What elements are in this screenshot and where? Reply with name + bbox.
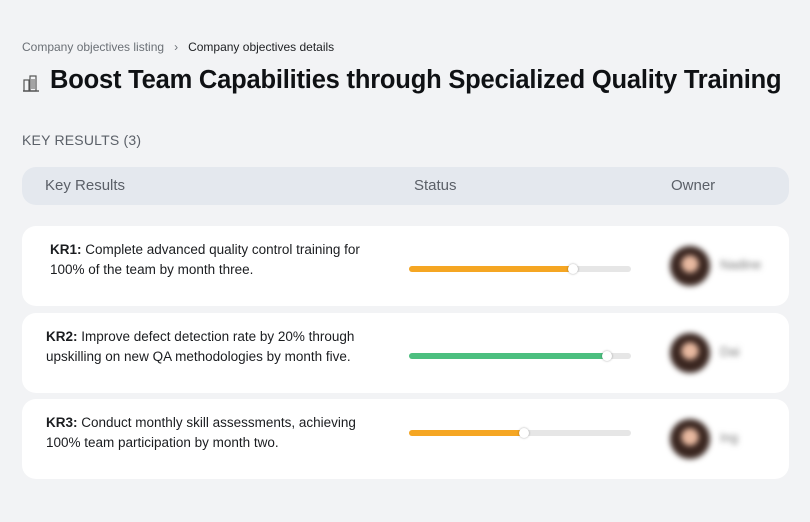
progress-knob: [568, 264, 579, 274]
key-results-table-header: Key Results Status Owner: [22, 167, 789, 205]
breadcrumb: Company objectives listing › Company obj…: [22, 40, 334, 54]
progress-bar: [409, 264, 631, 274]
objective-header: Boost Team Capabilities through Speciali…: [22, 66, 782, 95]
building-icon: [22, 74, 40, 92]
column-header-owner: Owner: [671, 177, 716, 194]
progress-bar: [409, 428, 631, 438]
column-header-key-results: Key Results: [45, 177, 126, 194]
breadcrumb-current: Company objectives details: [188, 40, 335, 54]
owner-name: Ing: [720, 430, 739, 445]
progress-bar: [409, 351, 631, 361]
key-results-count-label: KEY RESULTS (3): [22, 132, 142, 148]
key-result-description: KR1: Complete advanced quality control t…: [50, 240, 390, 280]
page-title: Boost Team Capabilities through Speciali…: [50, 66, 782, 94]
chevron-right-icon: ›: [174, 40, 179, 54]
key-result-text: Complete advanced quality control traini…: [50, 242, 360, 277]
progress-fill: [409, 353, 607, 359]
progress-fill: [409, 430, 525, 436]
progress-knob: [519, 428, 530, 438]
avatar[interactable]: [670, 246, 710, 286]
key-result-row[interactable]: KR3: Conduct monthly skill assessments, …: [22, 399, 789, 479]
progress-knob: [601, 351, 612, 361]
key-result-row[interactable]: KR1: Complete advanced quality control t…: [22, 226, 789, 306]
key-result-code: KR1:: [50, 242, 82, 257]
key-result-description: KR2: Improve defect detection rate by 20…: [46, 327, 396, 367]
owner-name: Dai: [720, 344, 740, 359]
key-result-text: Conduct monthly skill assessments, achie…: [46, 415, 356, 450]
column-header-status: Status: [414, 177, 457, 194]
key-result-row[interactable]: KR2: Improve defect detection rate by 20…: [22, 313, 789, 393]
avatar[interactable]: [670, 419, 710, 459]
key-result-description: KR3: Conduct monthly skill assessments, …: [46, 413, 366, 453]
progress-fill: [409, 266, 574, 272]
avatar[interactable]: [670, 333, 710, 373]
breadcrumb-parent-link[interactable]: Company objectives listing: [22, 40, 164, 54]
owner-name: Nadine: [720, 257, 762, 272]
key-result-text: Improve defect detection rate by 20% thr…: [46, 329, 355, 364]
key-result-code: KR3:: [46, 415, 78, 430]
key-result-code: KR2:: [46, 329, 78, 344]
